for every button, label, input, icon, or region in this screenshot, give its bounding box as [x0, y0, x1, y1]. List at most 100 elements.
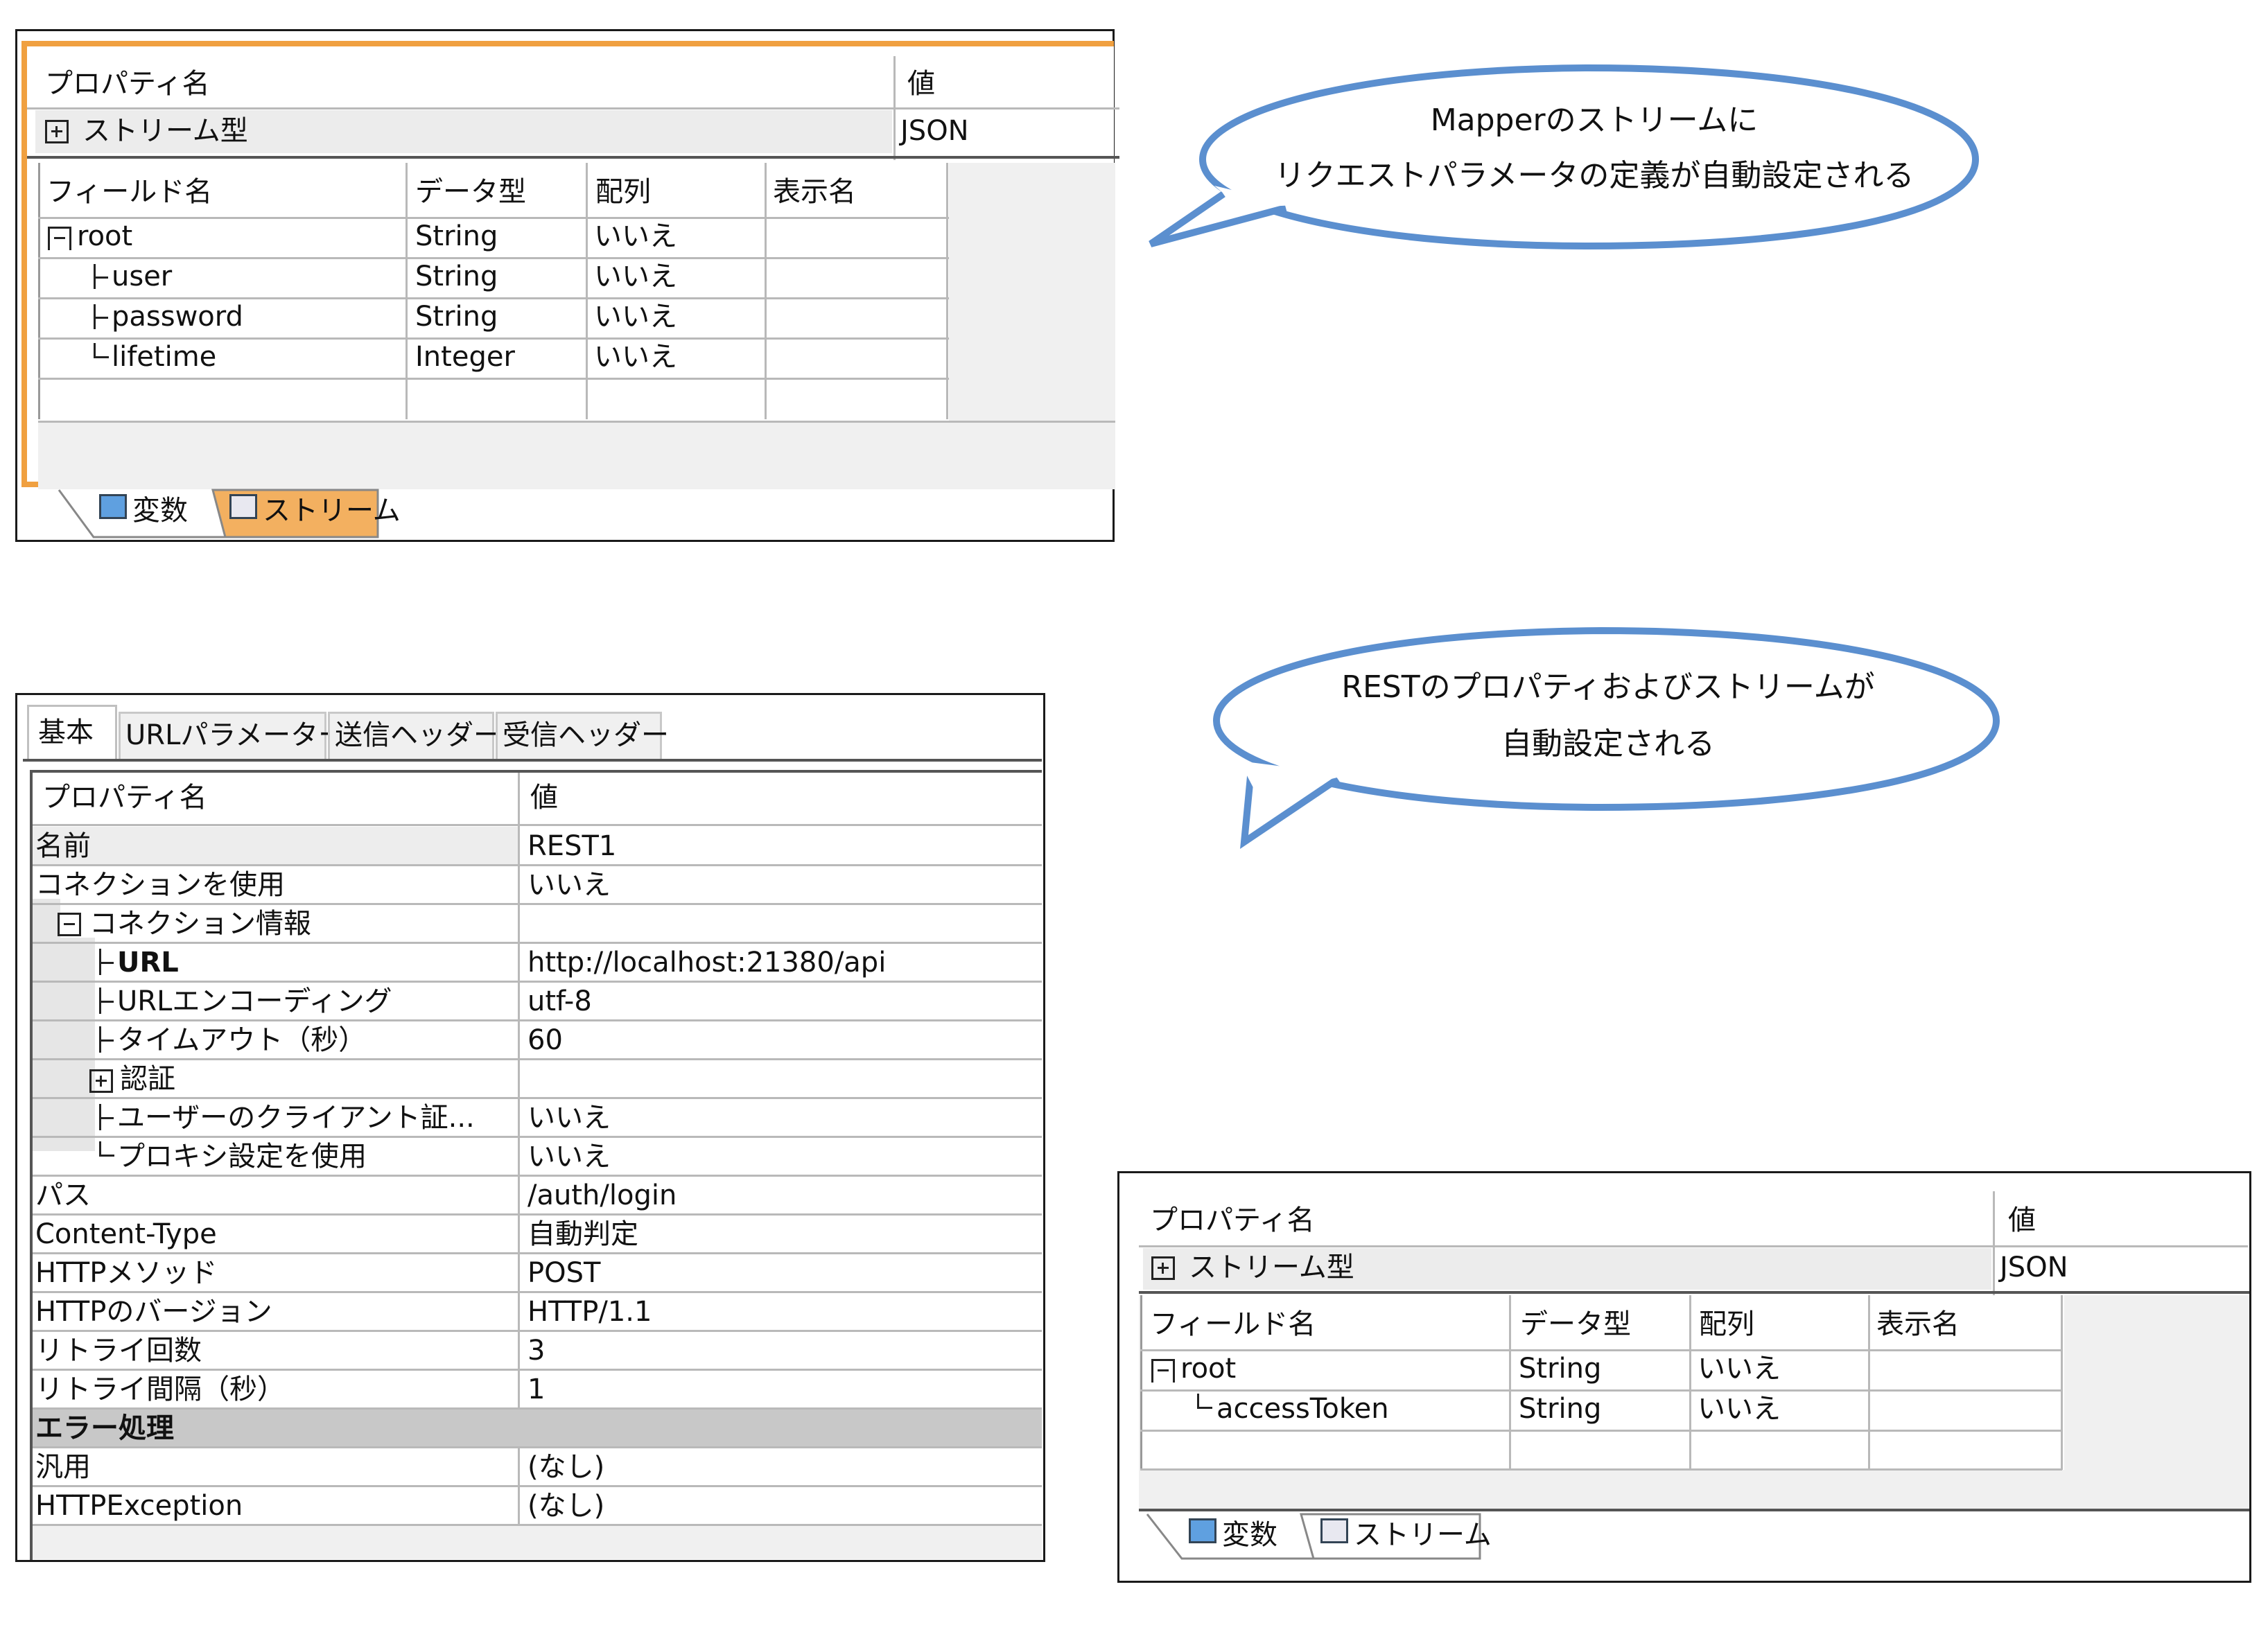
field-row-type[interactable]: String	[1519, 1352, 1601, 1385]
tree-branch-icon	[99, 1026, 114, 1053]
tree-branch-icon	[99, 988, 114, 1014]
field-row-name[interactable]: root	[1180, 1352, 1236, 1385]
property-value-timeout[interactable]: 60	[527, 1024, 563, 1057]
field-row-type[interactable]: String	[415, 220, 498, 253]
property-label-use-proxy: プロキシ設定を使用	[117, 1141, 367, 1173]
property-value-use-connection[interactable]: いいえ	[527, 868, 611, 902]
tab-stream[interactable]: ストリーム	[263, 494, 401, 527]
property-label-retry-interval: リトライ間隔（秒）	[35, 1374, 285, 1405]
property-value-content-type[interactable]: 自動判定	[527, 1218, 638, 1251]
stream-tab-icon	[1320, 1518, 1348, 1543]
tab-url-parameters[interactable]: URLパラメーター	[125, 719, 346, 752]
property-value-name[interactable]: REST1	[527, 830, 616, 863]
value-header: 値	[2008, 1204, 2036, 1236]
property-value-path[interactable]: /auth/login	[527, 1179, 677, 1212]
tree-branch-icon	[94, 304, 108, 329]
tree-end-icon	[1197, 1394, 1212, 1409]
expand-plus-icon[interactable]	[89, 1069, 113, 1093]
prop-name-header: プロパティ名	[45, 68, 210, 100]
field-row-array[interactable]: いいえ	[594, 340, 677, 374]
callout-bubble-1-shape	[1198, 64, 1980, 250]
field-row-name[interactable]: root	[77, 220, 132, 253]
value-header: 値	[530, 782, 558, 814]
column-header-display-name: 表示名	[1876, 1308, 1960, 1340]
collapse-minus-icon[interactable]	[58, 913, 81, 936]
field-row-array[interactable]: いいえ	[1698, 1392, 1781, 1425]
variable-tab-icon	[1189, 1518, 1216, 1543]
value-header: 値	[907, 68, 935, 100]
property-label-name: 名前	[35, 830, 91, 862]
tree-end-icon	[99, 1141, 114, 1157]
property-label-auth: 認証	[120, 1063, 175, 1095]
tab-variables[interactable]: 変数	[132, 494, 188, 527]
property-label-retry-count: リトライ回数	[35, 1335, 202, 1367]
variable-tab-icon	[99, 494, 127, 519]
rest-properties-panel: 基本 URLパラメーター 送信ヘッダー 受信ヘッダー プロパティ名 値 名前 R…	[15, 693, 1045, 1562]
tab-response-headers[interactable]: 受信ヘッダー	[503, 719, 669, 752]
tree-branch-icon	[94, 264, 108, 289]
property-value-retry-count[interactable]: 3	[527, 1334, 545, 1367]
field-row-array[interactable]: いいえ	[594, 260, 677, 293]
section-label-error-handling: エラー処理	[35, 1412, 174, 1444]
field-row-array[interactable]: いいえ	[594, 220, 677, 253]
tree-end-icon	[94, 343, 109, 358]
field-row-name[interactable]: accessToken	[1216, 1392, 1389, 1425]
field-row-type[interactable]: String	[1519, 1392, 1601, 1425]
property-label-timeout: タイムアウト（秒）	[117, 1024, 367, 1056]
field-row-name[interactable]: user	[112, 260, 172, 293]
stream-panel-1: プロパティ名 値 ストリーム型 JSON フィールド名 データ型 配列 表示名 …	[15, 29, 1119, 542]
field-row-type[interactable]: String	[415, 300, 498, 333]
tab-variables[interactable]: 変数	[1222, 1518, 1277, 1552]
property-value-http-method[interactable]: POST	[527, 1256, 600, 1290]
stream-panel-2: プロパティ名 値 ストリーム型 JSON フィールド名 データ型 配列 表示名 …	[1117, 1171, 2251, 1583]
callout-2-line1: RESTのプロパティおよびストリームが	[1341, 669, 1875, 705]
column-header-array: 配列	[595, 176, 651, 208]
property-label-connection-info: コネクション情報	[89, 908, 311, 940]
column-header-field-name: フィールド名	[46, 176, 213, 208]
property-label-url-encoding: URLエンコーディング	[117, 985, 392, 1017]
stream-panel-1-focus-border: プロパティ名 値 ストリーム型 JSON フィールド名 データ型 配列 表示名 …	[21, 41, 1119, 489]
tab-basic[interactable]: 基本	[38, 716, 94, 749]
field-row-type[interactable]: Integer	[415, 340, 515, 374]
stream-type-value[interactable]: JSON	[900, 114, 969, 148]
column-header-field-name: フィールド名	[1150, 1308, 1316, 1340]
callout-1-line1: Mapperのストリームに	[1430, 103, 1759, 138]
collapse-minus-icon[interactable]	[48, 227, 71, 250]
property-value-retry-interval[interactable]: 1	[527, 1373, 545, 1406]
property-label-generic: 汎用	[35, 1451, 91, 1483]
prop-name-header: プロパティ名	[1150, 1204, 1315, 1236]
property-value-url[interactable]: http://localhost:21380/api	[527, 946, 886, 979]
callout-1-line2: リクエストパラメータの定義が自動設定される	[1274, 158, 1914, 193]
property-value-http-version[interactable]: HTTP/1.1	[527, 1295, 652, 1328]
expand-plus-icon[interactable]	[45, 120, 69, 143]
property-value-url-encoding[interactable]: utf-8	[527, 985, 592, 1018]
collapse-minus-icon[interactable]	[1151, 1359, 1175, 1383]
column-header-display-name: 表示名	[773, 176, 856, 208]
field-row-array[interactable]: いいえ	[594, 300, 677, 333]
stream-type-value[interactable]: JSON	[2000, 1251, 2068, 1284]
property-label-client-cert: ユーザーのクライアント証...	[117, 1102, 475, 1134]
property-value-http-exception[interactable]: (なし)	[527, 1489, 604, 1523]
property-label-http-version: HTTPのバージョン	[35, 1296, 272, 1328]
field-row-name[interactable]: lifetime	[112, 340, 216, 374]
field-row-name[interactable]: password	[112, 300, 243, 333]
property-label-path: パス	[35, 1179, 91, 1211]
tab-stream[interactable]: ストリーム	[1354, 1518, 1492, 1552]
property-label-content-type: Content-Type	[35, 1218, 217, 1250]
property-value-use-proxy[interactable]: いいえ	[527, 1140, 611, 1173]
prop-name-header: プロパティ名	[42, 782, 207, 814]
property-label-http-exception: HTTPException	[35, 1490, 243, 1522]
column-header-data-type: データ型	[1520, 1308, 1631, 1340]
property-label-url: URL	[117, 947, 179, 979]
expand-plus-icon[interactable]	[1151, 1256, 1175, 1280]
field-row-type[interactable]: String	[415, 260, 498, 293]
field-row-array[interactable]: いいえ	[1698, 1352, 1781, 1385]
property-value-generic[interactable]: (なし)	[527, 1450, 604, 1484]
callout-2-line2: 自動設定される	[1501, 726, 1715, 762]
tree-branch-icon	[99, 1104, 114, 1130]
property-label-use-connection: コネクションを使用	[35, 869, 285, 901]
tree-branch-icon	[99, 949, 114, 975]
stream-type-label: ストリーム型	[82, 115, 248, 147]
property-value-client-cert[interactable]: いいえ	[527, 1101, 611, 1134]
tab-request-headers[interactable]: 送信ヘッダー	[335, 719, 501, 752]
